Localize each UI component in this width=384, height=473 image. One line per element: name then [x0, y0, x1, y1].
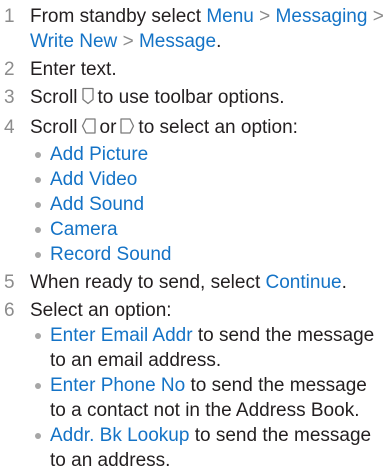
option-label: Add Picture: [50, 144, 149, 165]
instruction-page: 1 From standby select Menu > Messaging >…: [0, 0, 384, 472]
step-number: 2: [4, 59, 15, 80]
step-text: From standby select: [30, 6, 207, 27]
step-6: 6 Select an option: Enter Email Addr to …: [0, 298, 384, 473]
step-text: .: [341, 272, 347, 293]
menu-path-item: Message: [138, 31, 217, 52]
option-list: Add Picture Add Video Add Sound Camera R…: [30, 142, 384, 267]
option-label: Enter Email Addr: [50, 325, 193, 346]
step-text: .: [216, 31, 222, 52]
list-item: Add Sound: [30, 192, 384, 217]
list-item: Add Video: [30, 167, 384, 192]
step-number: 3: [4, 87, 15, 108]
list-item: Enter Email Addr to send the message to …: [30, 323, 384, 373]
step-5: 5 When ready to send, select Continue.: [0, 270, 384, 295]
step-text: or: [99, 117, 117, 138]
option-label: Addr. Bk Lookup: [50, 425, 190, 446]
navigation-down-key-icon: [81, 87, 95, 112]
continue-label: Continue: [265, 272, 342, 293]
step-number: 1: [4, 6, 15, 27]
step-text: to use toolbar options.: [97, 87, 285, 108]
step-text: Select an option:: [30, 300, 172, 321]
step-text: Scroll: [30, 87, 78, 108]
option-label: Camera: [50, 219, 118, 240]
navigation-right-key-icon: [119, 117, 135, 142]
step-number: 4: [4, 117, 15, 138]
option-label: Record Sound: [50, 244, 172, 265]
step-text: Enter text.: [30, 59, 117, 80]
navigation-left-key-icon: [81, 117, 97, 142]
step-2: 2 Enter text.: [0, 57, 384, 82]
menu-path-item: Menu: [206, 6, 254, 27]
list-item: Addr. Bk Lookup to send the message to a…: [30, 423, 384, 473]
list-item: Record Sound: [30, 242, 384, 267]
path-separator: >: [372, 6, 384, 27]
path-separator: >: [259, 6, 271, 27]
step-text: When ready to send, select: [30, 272, 266, 293]
step-3: 3 Scroll to use toolbar options.: [0, 85, 384, 112]
menu-path-item: Messaging: [275, 6, 368, 27]
menu-path-item: Write New: [30, 31, 118, 52]
step-number: 6: [4, 300, 15, 321]
list-item: Add Picture: [30, 142, 384, 167]
option-list: Enter Email Addr to send the message to …: [30, 323, 384, 473]
path-separator: >: [122, 31, 134, 52]
option-label: Add Sound: [50, 194, 145, 215]
list-item: Camera: [30, 217, 384, 242]
option-label: Add Video: [50, 169, 138, 190]
list-item: Enter Phone No to send the message to a …: [30, 373, 384, 423]
step-number: 5: [4, 272, 15, 293]
step-4: 4 Scroll or to select an option: Add Pictu…: [0, 115, 384, 267]
step-text: Scroll: [30, 117, 78, 138]
option-label: Enter Phone No: [50, 375, 186, 396]
step-text: to select an option:: [138, 117, 298, 138]
step-1: 1 From standby select Menu > Messaging >…: [0, 4, 384, 54]
